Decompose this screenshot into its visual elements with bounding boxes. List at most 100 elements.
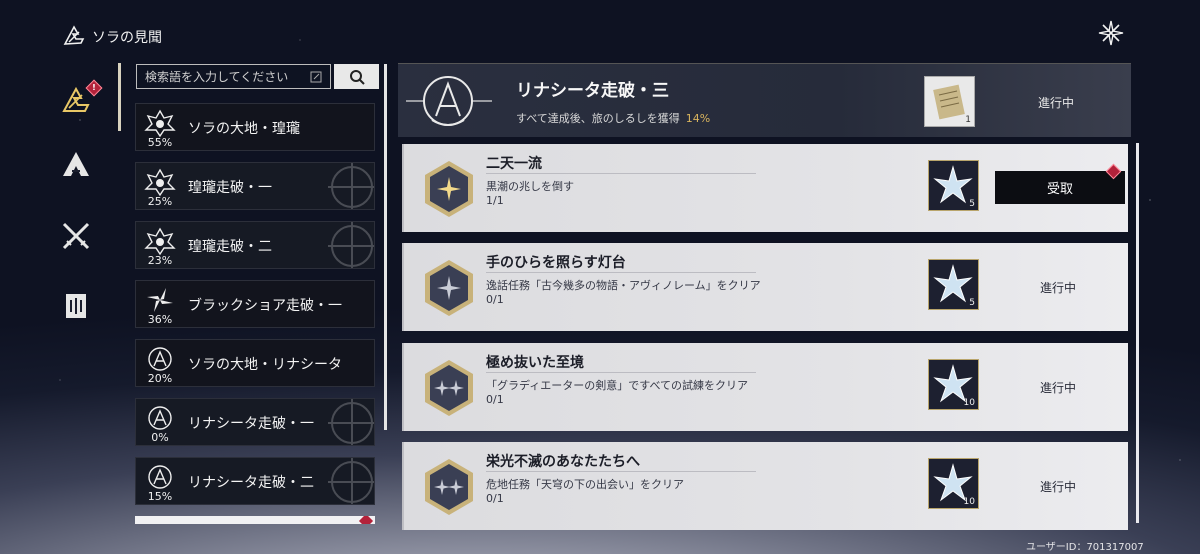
group-progress-percent: 14% bbox=[685, 112, 711, 125]
achievement-title: 栄光不滅のあなたたちへ bbox=[486, 454, 640, 470]
category-name: ソラの大地・瑝瓏 bbox=[188, 121, 300, 137]
claim-button[interactable]: 受取 bbox=[995, 163, 1125, 204]
category-item-selected[interactable] bbox=[135, 516, 375, 524]
search-icon bbox=[349, 69, 365, 85]
category-percent: 36% bbox=[147, 313, 173, 326]
category-item[interactable]: 36% ブラックショア走破・一 bbox=[135, 280, 375, 328]
search-button[interactable] bbox=[334, 64, 379, 89]
rail-active-indicator bbox=[118, 63, 121, 131]
rinascita-emblem-icon bbox=[148, 465, 172, 489]
achievement-description: 逸話任務「古今幾多の物語・アヴィノレーム」をクリア bbox=[486, 279, 761, 292]
group-reward-item[interactable]: 1 bbox=[924, 76, 975, 127]
silver-star-badge-icon bbox=[425, 260, 473, 316]
edit-icon bbox=[310, 71, 322, 82]
reward-quantity: 10 bbox=[963, 497, 975, 507]
achievement-description: 黒潮の兆しを倒す bbox=[486, 180, 574, 193]
rail-item-collection[interactable] bbox=[56, 286, 96, 326]
group-status: 進行中 bbox=[1038, 96, 1075, 110]
compass-decoration-icon bbox=[328, 399, 374, 445]
category-name: リナシータ走破・一 bbox=[188, 416, 314, 432]
page-title: ソラの見聞 bbox=[92, 30, 162, 46]
group-description: すべて達成後、旅のしるしを獲得 14% bbox=[516, 110, 710, 126]
category-name: 瑝瓏走破・二 bbox=[188, 239, 272, 255]
category-item[interactable]: 25% 瑝瓏走破・一 bbox=[135, 162, 375, 210]
title-divider bbox=[486, 173, 756, 174]
rinascita-emblem-icon bbox=[148, 347, 172, 371]
achievement-status: 進行中 bbox=[1040, 480, 1077, 494]
category-item[interactable]: 55% ソラの大地・瑝瓏 bbox=[135, 103, 375, 151]
achievement-title: 手のひらを照らす灯台 bbox=[486, 255, 626, 271]
group-desc-text: すべて達成後、旅のしるしを獲得 bbox=[516, 112, 680, 125]
achievement-description: 危地任務「天穹の下の出会い」をクリア bbox=[486, 478, 684, 491]
reward-quantity: 5 bbox=[969, 199, 975, 209]
title-divider bbox=[486, 471, 756, 472]
notification-badge bbox=[1105, 163, 1122, 180]
book-icon bbox=[66, 294, 86, 318]
search-field[interactable] bbox=[136, 64, 331, 89]
dragon-emblem-icon bbox=[144, 168, 176, 197]
dragon-emblem-icon bbox=[144, 227, 176, 256]
reward-quantity: 5 bbox=[969, 298, 975, 308]
pinwheel-emblem-icon bbox=[147, 288, 173, 312]
category-item[interactable]: 15% リナシータ走破・二 bbox=[135, 457, 375, 505]
category-name: ブラックショア走破・一 bbox=[188, 298, 342, 314]
achievement-progress: 1/1 bbox=[486, 194, 504, 207]
achievement-description: 「グラディエーターの剣意」ですべての試練をクリア bbox=[486, 379, 749, 392]
achievement-scrollbar[interactable] bbox=[1136, 143, 1139, 523]
category-scrollbar[interactable] bbox=[384, 64, 387, 430]
achievement-title: 二天一流 bbox=[486, 156, 542, 172]
category-percent: 55% bbox=[147, 136, 173, 149]
category-name: リナシータ走破・二 bbox=[188, 475, 314, 491]
achievement-card: 栄光不滅のあなたたちへ 危地任務「天穹の下の出会い」をクリア 0/1 10 進行… bbox=[402, 442, 1128, 530]
achievement-progress: 0/1 bbox=[486, 492, 504, 505]
double-star-badge-icon bbox=[425, 459, 473, 515]
achievement-status: 進行中 bbox=[1040, 381, 1077, 395]
reward-item[interactable]: 5 bbox=[928, 259, 979, 310]
category-percent: 20% bbox=[147, 372, 173, 385]
title-divider bbox=[486, 372, 756, 373]
compass-decoration-icon bbox=[328, 458, 374, 504]
rail-item-solaris-records[interactable]: ! bbox=[56, 79, 103, 120]
search-input[interactable] bbox=[145, 69, 310, 84]
compass-decoration-icon bbox=[328, 222, 374, 268]
reward-item[interactable]: 10 bbox=[928, 458, 979, 509]
achievement-progress: 0/1 bbox=[486, 393, 504, 406]
user-id-label: ユーザーID：701317007 bbox=[1026, 542, 1144, 553]
achievement-card: 手のひらを照らす灯台 逸話任務「古今幾多の物語・アヴィノレーム」をクリア 0/1… bbox=[402, 243, 1128, 331]
crossed-swords-icon bbox=[62, 222, 90, 250]
reward-item[interactable]: 5 bbox=[928, 160, 979, 211]
rail-item-combat[interactable] bbox=[56, 216, 96, 256]
category-percent: 0% bbox=[151, 431, 169, 444]
category-name: ソラの大地・リナシータ bbox=[188, 357, 342, 373]
compass-decoration-icon bbox=[328, 163, 374, 209]
mountain-peak-icon bbox=[63, 152, 89, 176]
achievement-card: 二天一流 黒潮の兆しを倒す 1/1 5 受取 bbox=[402, 144, 1128, 232]
notification-badge bbox=[358, 516, 374, 524]
achievement-group-header: リナシータ走破・三 すべて達成後、旅のしるしを獲得 14% 1 進行中 bbox=[398, 63, 1131, 137]
category-percent: 25% bbox=[147, 195, 173, 208]
gold-star-badge-icon bbox=[425, 161, 473, 217]
rail-item-exploration[interactable] bbox=[56, 144, 96, 184]
group-title: リナシータ走破・三 bbox=[516, 81, 669, 101]
dragon-emblem-icon bbox=[144, 109, 176, 138]
category-item[interactable]: 0% リナシータ走破・一 bbox=[135, 398, 375, 446]
category-item[interactable]: 20% ソラの大地・リナシータ bbox=[135, 339, 375, 387]
rinascita-emblem-icon bbox=[148, 406, 172, 430]
claim-label: 受取 bbox=[1046, 182, 1073, 197]
solaris-logo-icon bbox=[63, 25, 85, 45]
title-divider bbox=[486, 272, 756, 273]
reward-quantity: 10 bbox=[963, 398, 975, 408]
double-star-badge-icon bbox=[425, 360, 473, 416]
rinascita-emblem-icon bbox=[406, 76, 492, 126]
category-percent: 23% bbox=[147, 254, 173, 267]
category-item[interactable]: 23% 瑝瓏走破・二 bbox=[135, 221, 375, 269]
category-percent: 15% bbox=[147, 490, 173, 503]
achievement-progress: 0/1 bbox=[486, 293, 504, 306]
reward-item[interactable]: 10 bbox=[928, 359, 979, 410]
achievement-title: 極め抜いた至境 bbox=[486, 355, 584, 371]
achievement-status: 進行中 bbox=[1040, 281, 1077, 295]
close-icon[interactable] bbox=[1096, 18, 1126, 48]
category-name: 瑝瓏走破・一 bbox=[188, 180, 272, 196]
achievement-card: 極め抜いた至境 「グラディエーターの剣意」ですべての試練をクリア 0/1 10 … bbox=[402, 343, 1128, 431]
reward-quantity: 1 bbox=[965, 115, 971, 125]
